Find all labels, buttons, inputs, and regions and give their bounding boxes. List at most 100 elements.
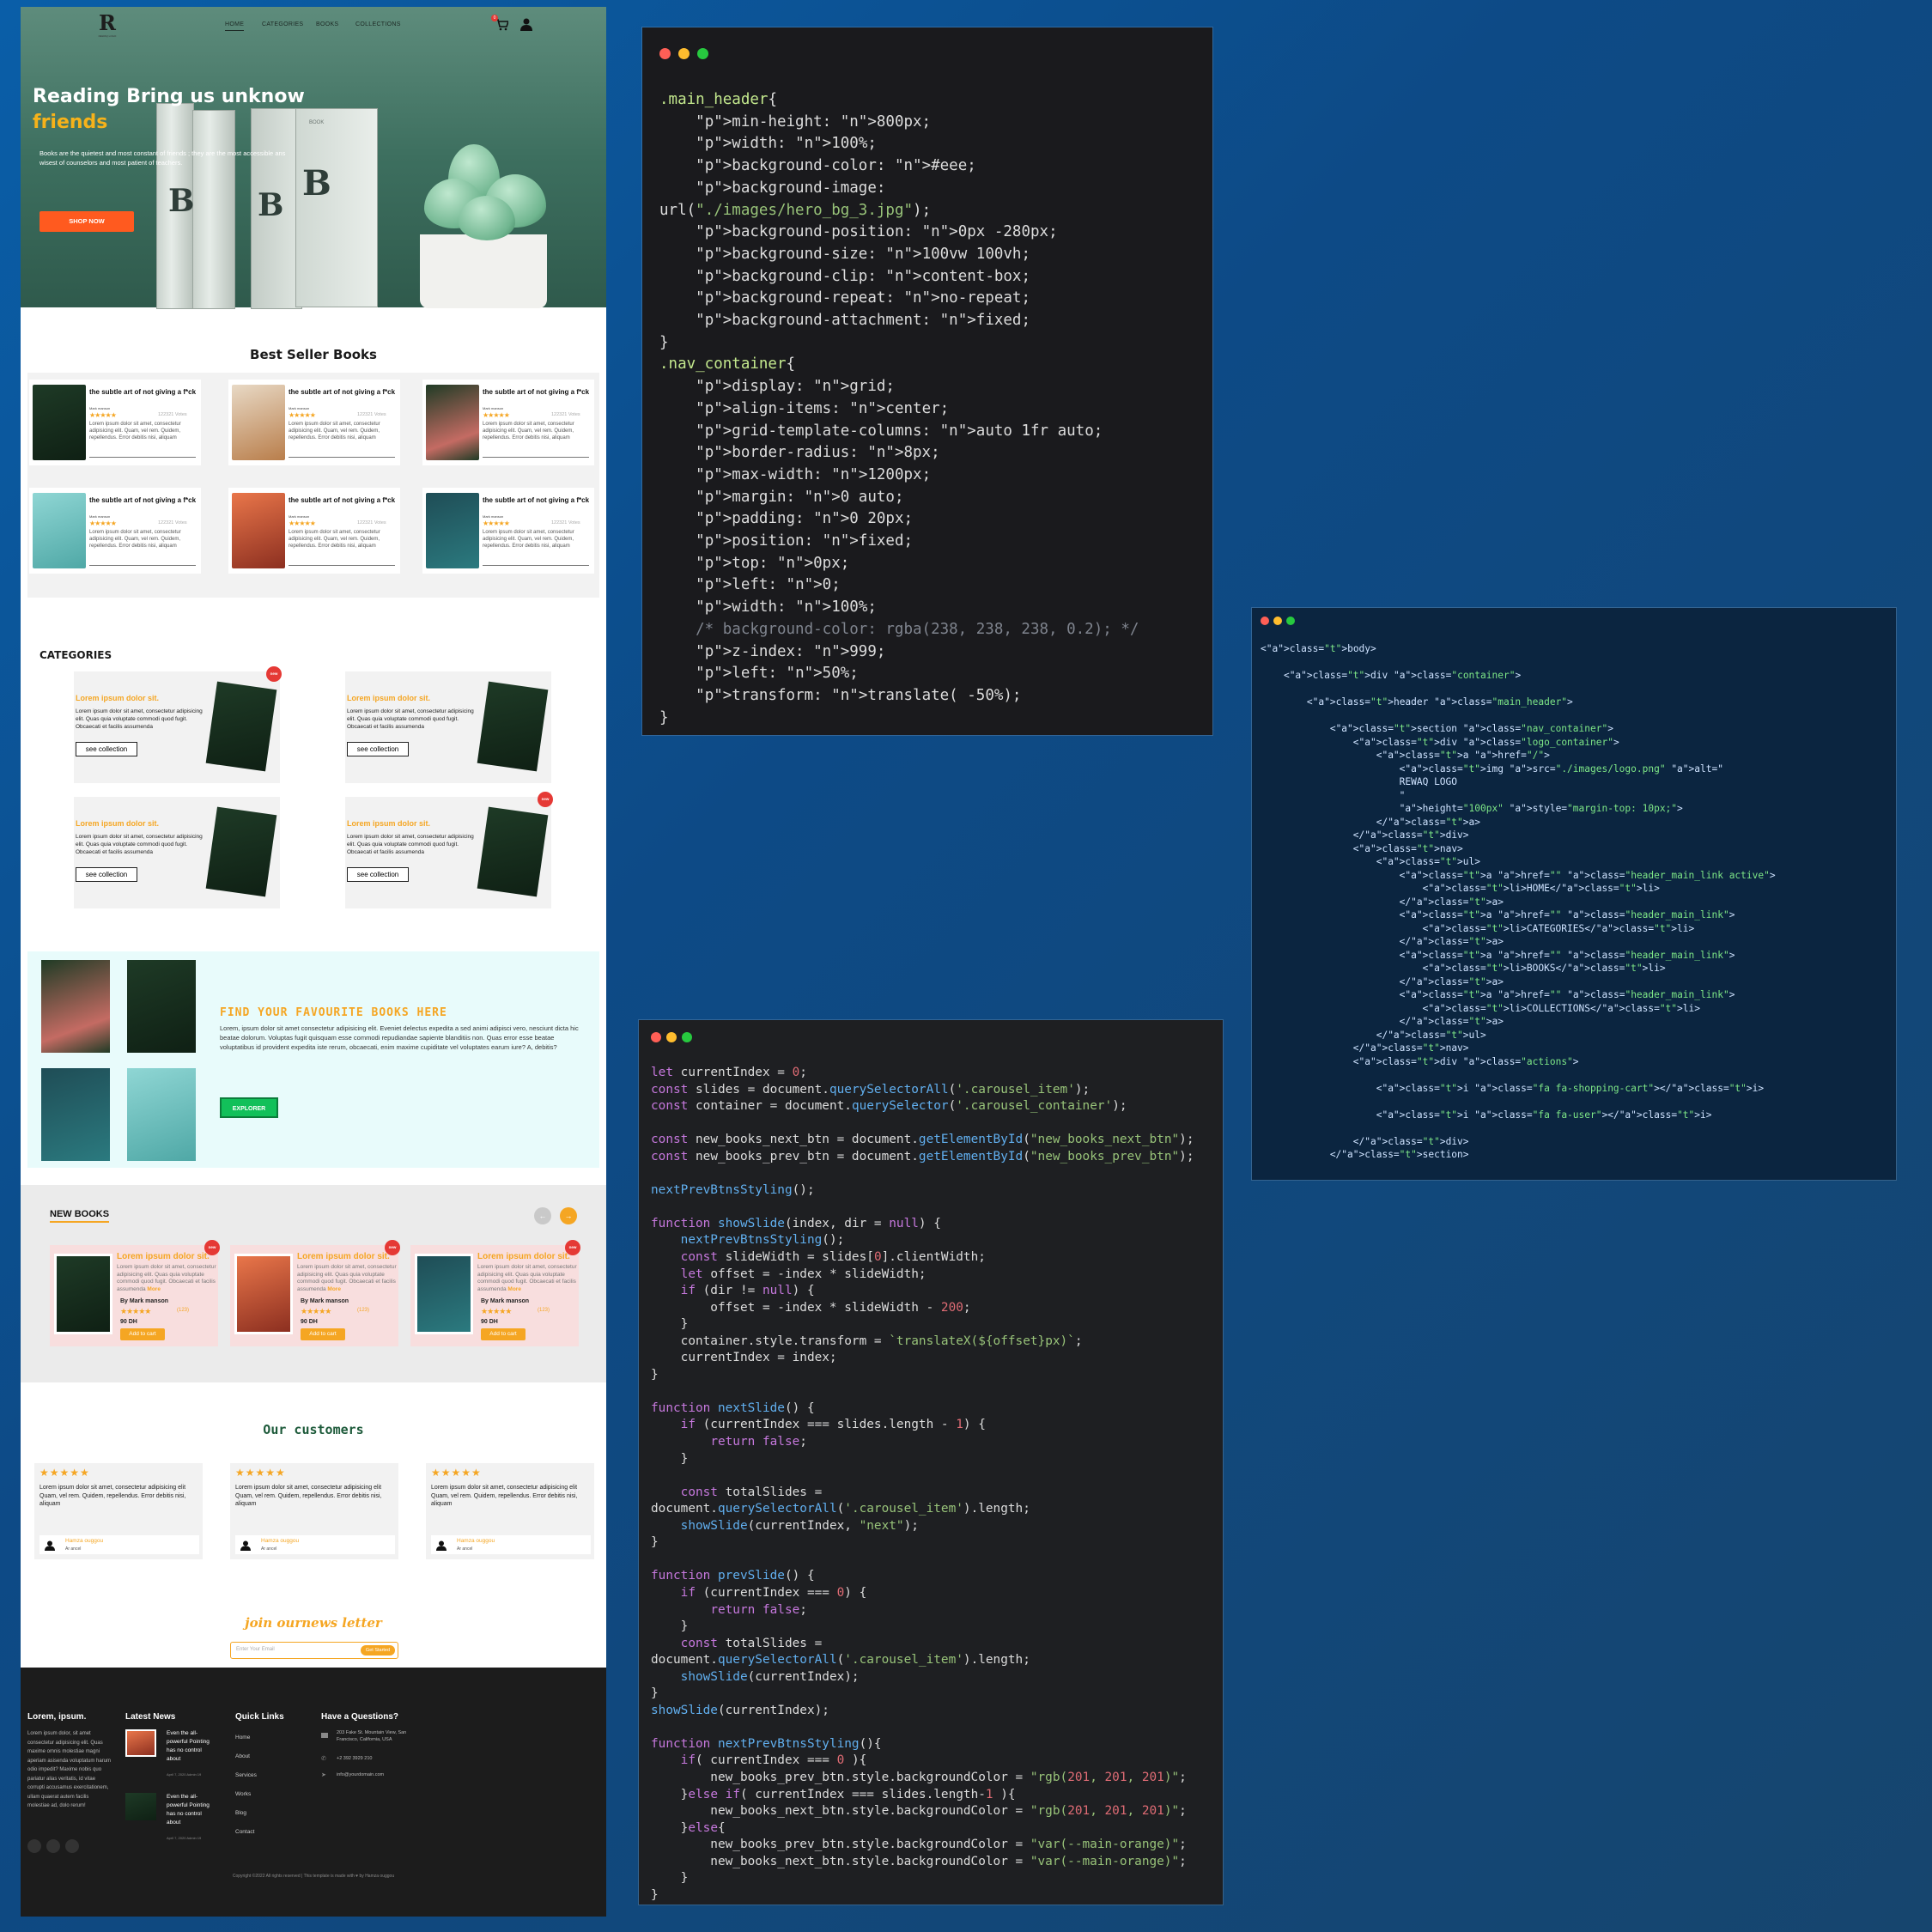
window-minimize-dot[interactable] xyxy=(1273,617,1282,625)
rating-stars: ★★★★★ xyxy=(39,1467,90,1479)
window-close-dot[interactable] xyxy=(659,48,671,59)
code-line: function showSlide(index, dir = null) { xyxy=(651,1216,941,1230)
news-thumbnail xyxy=(125,1729,156,1757)
window-close-dot[interactable] xyxy=(651,1032,661,1042)
see-collection-button[interactable]: see collection xyxy=(76,742,137,756)
window-maximize-dot[interactable] xyxy=(682,1032,692,1042)
review-author: Hamza ouggou Ar ancel xyxy=(39,1535,199,1554)
rating-stars: ★★★★★ xyxy=(89,411,117,419)
code-line: if (dir != null) { xyxy=(680,1284,815,1298)
get-started-button[interactable]: Get Started xyxy=(361,1645,395,1656)
news-title[interactable]: Even the all-powerful Pointing has no co… xyxy=(167,1729,215,1764)
best-seller-card[interactable]: the subtle art of not giving a f*ck Mark… xyxy=(29,488,201,574)
code-line: "p">min-height: "n">800px; xyxy=(696,112,932,131)
code-line: "p">background-color: "n">#eee; xyxy=(696,157,976,175)
footer-link-works[interactable]: Works xyxy=(235,1791,251,1797)
next-arrow-button[interactable]: → xyxy=(560,1207,577,1224)
twitter-icon[interactable] xyxy=(27,1839,41,1853)
footer-link-services[interactable]: Services xyxy=(235,1772,257,1778)
book-title: the subtle art of not giving a f*ck xyxy=(483,496,590,504)
footer-email[interactable]: info@yourdomain.com xyxy=(337,1771,384,1779)
nav-categories[interactable]: CATEGORIES xyxy=(262,21,303,27)
window-maximize-dot[interactable] xyxy=(697,48,708,59)
best-seller-card[interactable]: the subtle art of not giving a f*ck Mark… xyxy=(228,488,400,574)
category-title: Lorem ipsum dolor sit. xyxy=(76,819,160,828)
user-icon[interactable] xyxy=(520,18,532,31)
avatar-icon xyxy=(45,1540,55,1551)
site-logo[interactable]: R REWAQ LOGO xyxy=(96,12,118,41)
book-author: By Mark manson xyxy=(481,1298,530,1304)
prev-arrow-button[interactable]: ← xyxy=(534,1207,551,1224)
footer-link-about[interactable]: About xyxy=(235,1753,250,1759)
phone-icon: ✆ xyxy=(321,1756,326,1762)
code-line: showSlide(currentIndex, "next"); xyxy=(680,1518,919,1533)
footer-link-contact[interactable]: Contact xyxy=(235,1829,254,1835)
add-to-cart-button[interactable]: Add to cart xyxy=(301,1328,345,1340)
code-line: new_books_prev_btn.style.backgroundColor… xyxy=(651,1770,1187,1784)
code-line: "p">background-repeat: "n">no-repeat; xyxy=(696,289,1030,307)
book-cover xyxy=(33,385,86,460)
book-cover xyxy=(205,681,277,772)
window-minimize-dot[interactable] xyxy=(666,1032,677,1042)
see-collection-button[interactable]: see collection xyxy=(347,867,409,882)
instagram-icon[interactable] xyxy=(65,1839,79,1853)
window-close-dot[interactable] xyxy=(1261,617,1269,625)
code-line: if (currentIndex === 0) { xyxy=(680,1585,867,1600)
add-to-cart-button[interactable]: Add to cart xyxy=(120,1328,165,1340)
code-line: if (currentIndex === slides.length - 1) … xyxy=(680,1418,986,1432)
code-line: </"a">class="t">a> xyxy=(1261,936,1504,947)
code-line: nextPrevBtnsStyling(); xyxy=(680,1233,845,1248)
code-line: "p">background-image: xyxy=(696,179,886,197)
news-thumbnail xyxy=(125,1793,156,1820)
book-cover xyxy=(232,493,285,568)
more-link[interactable]: More xyxy=(327,1286,341,1292)
facebook-icon[interactable] xyxy=(46,1839,60,1853)
code-line: const container = document.querySelector… xyxy=(651,1099,1127,1114)
shop-now-button[interactable]: SHOP NOW xyxy=(39,211,134,232)
reviewer-name: Hamza ouggou xyxy=(457,1538,495,1544)
book-desc-text: Lorem ipsum dolor sit amet, consectetur … xyxy=(297,1264,397,1292)
window-minimize-dot[interactable] xyxy=(678,48,690,59)
code-line: <"a">class="t">section "a">class="nav_co… xyxy=(1261,723,1613,734)
code-line: .main_header{ xyxy=(659,91,777,108)
code-line: const new_books_prev_btn = document.getE… xyxy=(651,1149,1194,1163)
more-link[interactable]: More xyxy=(147,1286,161,1292)
rating-stars: ★★★★★ xyxy=(483,411,510,419)
window-maximize-dot[interactable] xyxy=(1286,617,1295,625)
review-text: Lorem ipsum dolor sit amet, consectetur … xyxy=(235,1485,382,1507)
book-desc-text: Lorem ipsum dolor sit amet, consectetur … xyxy=(117,1264,216,1292)
best-seller-card[interactable]: the subtle art of not giving a f*ck Mark… xyxy=(422,488,594,574)
best-seller-card[interactable]: the subtle art of not giving a f*ck Mark… xyxy=(29,380,201,465)
divider xyxy=(89,457,196,458)
book-small-label: BOOK xyxy=(309,120,325,125)
code-line: <"a">class="t">a "a">href="" "a">class="… xyxy=(1261,869,1776,881)
news-title[interactable]: Even the all-powerful Pointing has no co… xyxy=(167,1793,215,1827)
code-line: } xyxy=(651,1871,689,1886)
nav-collections[interactable]: COLLECTIONS xyxy=(355,21,401,27)
footer-address: 203 Fake St. Mountain View, San Francisc… xyxy=(337,1730,407,1742)
footer-link-blog[interactable]: Blog xyxy=(235,1810,246,1816)
reviewer-name: Hamza ouggou xyxy=(65,1538,104,1544)
explorer-button[interactable]: EXPLORER xyxy=(220,1097,278,1118)
book-title: the subtle art of not giving a f*ck xyxy=(89,388,197,396)
new-book-card: Lorem ipsum dolor sit. Lorem ipsum dolor… xyxy=(410,1240,580,1346)
nav-books[interactable]: BOOKS xyxy=(316,21,338,27)
more-link[interactable]: More xyxy=(507,1286,521,1292)
category-title: Lorem ipsum dolor sit. xyxy=(347,694,431,702)
see-collection-button[interactable]: see collection xyxy=(347,742,409,756)
add-to-cart-button[interactable]: Add to cart xyxy=(481,1328,526,1340)
footer-phone[interactable]: +2 392 3929 210 xyxy=(337,1754,372,1763)
footer-link-home[interactable]: Home xyxy=(235,1735,250,1741)
nav-home[interactable]: HOME xyxy=(225,21,245,31)
see-collection-button[interactable]: see collection xyxy=(76,867,137,882)
code-line: "p">max-width: "n">1200px; xyxy=(696,465,932,483)
rating-stars: ★★★★★ xyxy=(481,1307,512,1315)
best-seller-card[interactable]: the subtle art of not giving a f*ck Mark… xyxy=(228,380,400,465)
code-line: "p">left: "n">50%; xyxy=(696,665,859,683)
best-seller-card[interactable]: the subtle art of not giving a f*ck Mark… xyxy=(422,380,594,465)
book-title: Lorem ipsum dolor sit. xyxy=(297,1252,390,1261)
email-input[interactable]: Enter Your Email xyxy=(236,1647,275,1652)
book-title: the subtle art of not giving a f*ck xyxy=(89,496,197,504)
